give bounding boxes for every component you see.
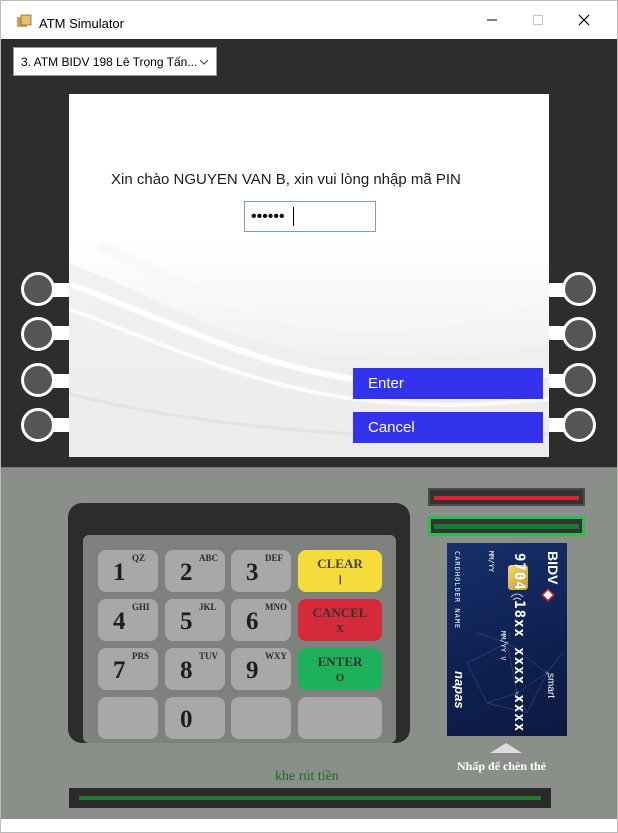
enter-key[interactable]: ENTER O xyxy=(298,648,382,690)
screen-cancel-button[interactable]: Cancel xyxy=(353,412,543,443)
card-number: 9704 18xx xxxx xxxx xyxy=(511,553,527,733)
key-letters: MNO xyxy=(265,602,287,612)
insert-card-label[interactable]: Nhấp để chèn thẻ xyxy=(457,759,546,774)
key-blank-right[interactable] xyxy=(231,697,291,739)
atm-selector-dropdown[interactable]: 3. ATM BIDV 198 Lê Trọng Tấn... xyxy=(13,47,217,76)
receipt-slot xyxy=(428,488,585,506)
atm-selector-value: 3. ATM BIDV 198 Lê Trọng Tấn... xyxy=(21,55,198,69)
key-4[interactable]: 4 GHI xyxy=(98,599,158,641)
key-0[interactable]: 0 xyxy=(165,697,225,739)
key-digit: 6 xyxy=(246,608,259,635)
receipt-slot-indicator xyxy=(434,496,579,500)
card-smart-label: smart xyxy=(545,673,556,698)
key-2[interactable]: 2 ABC xyxy=(165,550,225,592)
key-digit: 0 xyxy=(180,706,193,733)
key-blank-left[interactable] xyxy=(98,697,158,739)
key-8[interactable]: 8 TUV xyxy=(165,648,225,690)
title-bar: ATM Simulator xyxy=(1,1,617,39)
atm-simulator-window: ATM Simulator 3. ATM BIDV 198 Lê Trọng T… xyxy=(0,0,618,833)
close-icon xyxy=(578,14,590,26)
bank-card[interactable]: BIDV 9704 18xx xxxx xxxx CARDHOLDER NAME… xyxy=(447,543,567,736)
atm-app-icon xyxy=(17,14,32,27)
cash-slot-indicator xyxy=(79,796,541,800)
right-side-button-3[interactable] xyxy=(562,363,596,397)
card-slot[interactable] xyxy=(428,516,585,536)
key-letters: DEF xyxy=(265,553,283,563)
cash-slot-label: khe rút tiền xyxy=(275,769,339,784)
key-digit: 3 xyxy=(246,559,259,586)
text-caret xyxy=(293,207,294,226)
atm-screen: Xin chào NGUYEN VAN B, xin vui lòng nhập… xyxy=(69,94,549,457)
key-digit: 2 xyxy=(180,559,193,586)
screen-enter-button[interactable]: Enter xyxy=(353,368,543,399)
card-holder-name: CARDHOLDER NAME xyxy=(453,551,461,630)
minimize-icon xyxy=(487,19,497,21)
maximize-icon xyxy=(533,15,543,25)
right-side-button-4[interactable] xyxy=(562,408,596,442)
right-side-button-2[interactable] xyxy=(562,317,596,351)
key-letters: PRS xyxy=(132,651,150,661)
key-blank-function[interactable] xyxy=(298,697,382,739)
minimize-button[interactable] xyxy=(469,1,515,39)
cancel-key[interactable]: CANCEL X xyxy=(298,599,382,641)
close-button[interactable] xyxy=(561,1,607,39)
screen-background-swoosh xyxy=(69,239,549,457)
key-7[interactable]: 7 PRS xyxy=(98,648,158,690)
cancel-key-symbol: X xyxy=(336,623,344,635)
key-letters: ABC xyxy=(199,553,219,563)
chevron-down-icon xyxy=(199,59,209,65)
key-3[interactable]: 3 DEF xyxy=(231,550,291,592)
enter-key-label: ENTER xyxy=(317,654,363,669)
left-side-button-1[interactable] xyxy=(21,272,55,306)
left-side-button-2[interactable] xyxy=(21,317,55,351)
key-6[interactable]: 6 MNO xyxy=(231,599,291,641)
key-5[interactable]: 5 JKL xyxy=(165,599,225,641)
key-letters: WXY xyxy=(265,651,287,661)
pin-input[interactable]: •••••• xyxy=(244,201,376,232)
enter-key-symbol: O xyxy=(335,672,345,684)
key-letters: QZ xyxy=(132,553,146,563)
left-side-button-3[interactable] xyxy=(21,363,55,397)
window-title: ATM Simulator xyxy=(39,16,124,31)
pin-prompt-text: Xin chào NGUYEN VAN B, xin vui lòng nhập… xyxy=(111,171,461,188)
key-letters: TUV xyxy=(199,651,219,661)
key-digit: 9 xyxy=(246,657,259,684)
key-letters: GHI xyxy=(132,602,150,612)
key-1[interactable]: 1 QZ xyxy=(98,550,158,592)
clear-key[interactable]: CLEAR ] xyxy=(298,550,382,592)
cash-dispenser-slot xyxy=(69,788,551,808)
maximize-button[interactable] xyxy=(515,1,561,39)
left-side-button-4[interactable] xyxy=(21,408,55,442)
insert-card-arrow-icon xyxy=(490,743,522,753)
card-expiry-2: MM/YY V xyxy=(499,631,507,661)
card-bank-name: BIDV xyxy=(545,551,561,585)
cancel-key-label: CANCEL xyxy=(312,605,368,620)
key-9[interactable]: 9 WXY xyxy=(231,648,291,690)
key-letters: JKL xyxy=(199,602,217,612)
key-digit: 5 xyxy=(180,608,193,635)
clear-key-label: CLEAR xyxy=(317,556,363,571)
card-network-logo: napas xyxy=(452,671,467,709)
card-expiry-1: MM/YY xyxy=(487,551,495,573)
key-digit: 7 xyxy=(113,657,126,684)
card-slot-indicator xyxy=(434,524,579,529)
key-digit: 4 xyxy=(113,608,126,635)
pin-masked-value: •••••• xyxy=(251,208,285,225)
key-digit: 8 xyxy=(180,657,193,684)
clear-key-symbol: ] xyxy=(338,574,342,586)
key-digit: 1 xyxy=(113,559,126,586)
right-side-button-1[interactable] xyxy=(562,272,596,306)
